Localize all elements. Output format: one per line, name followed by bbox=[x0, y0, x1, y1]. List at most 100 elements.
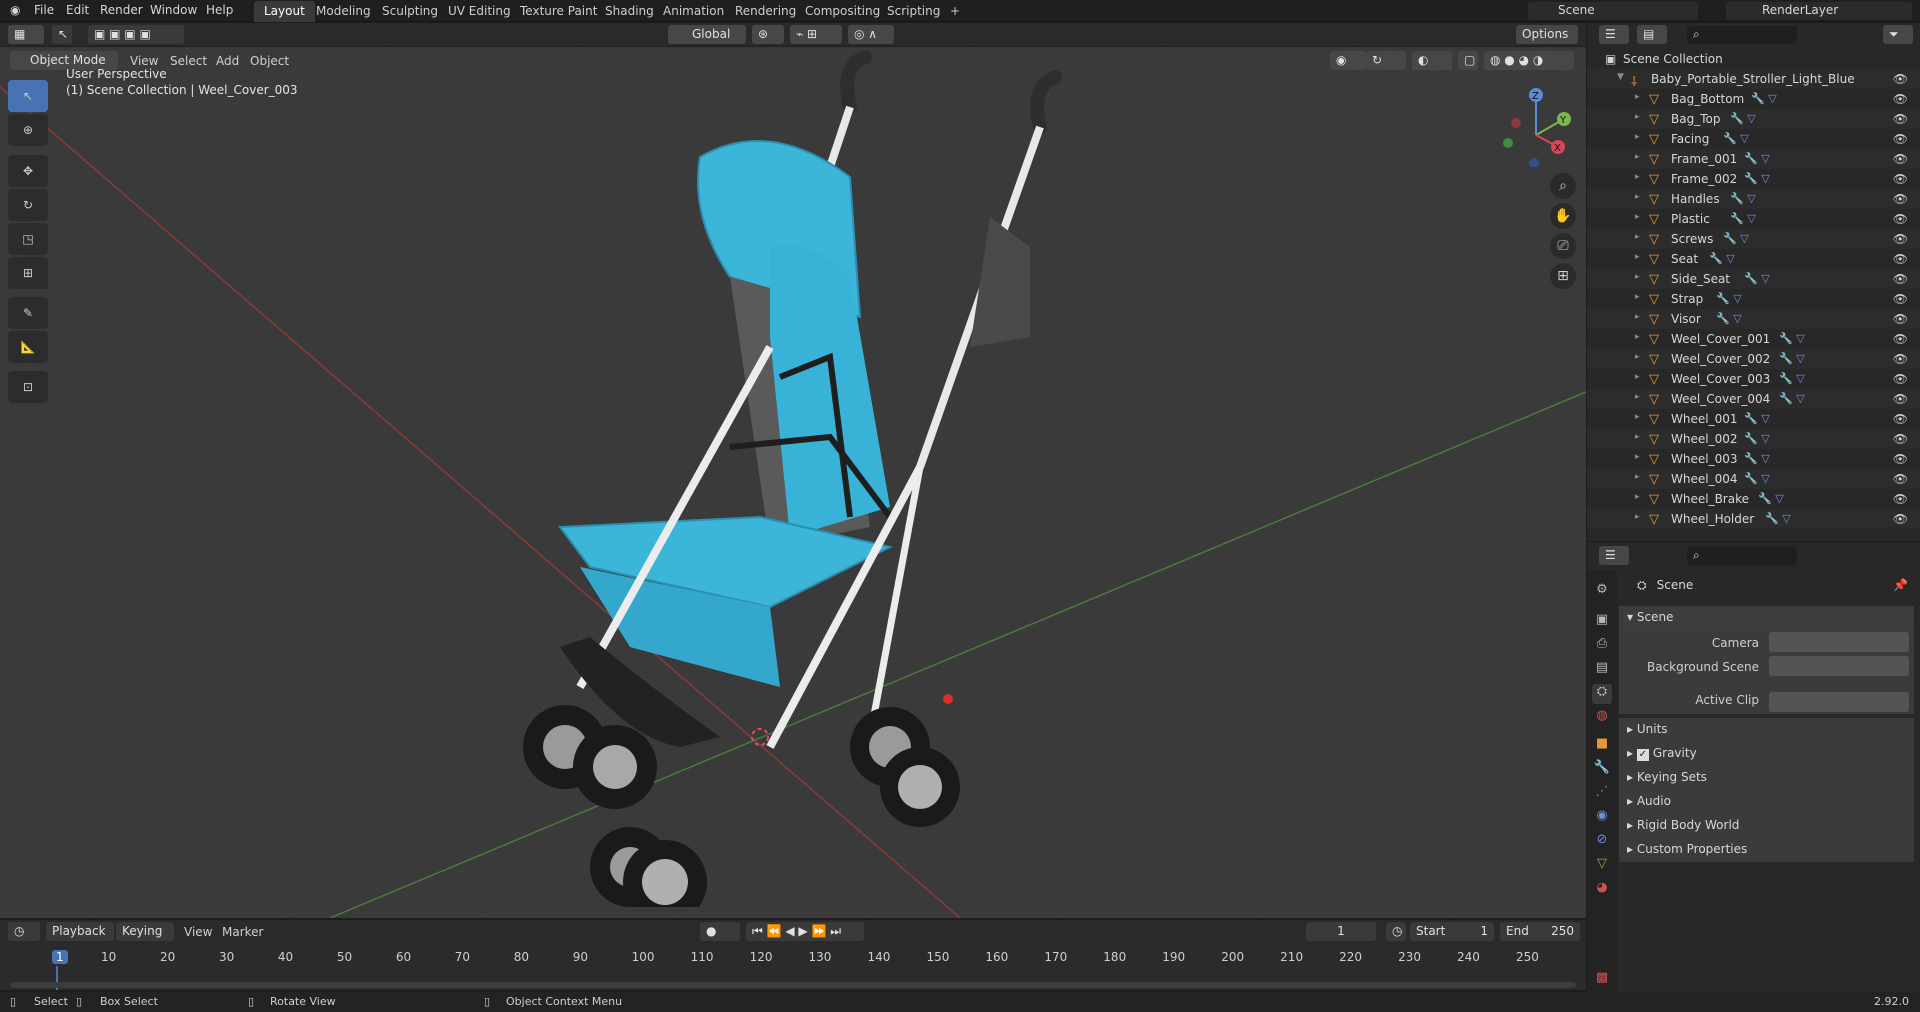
clock-icon[interactable]: ◷ bbox=[1386, 922, 1406, 941]
select-mode-buttons[interactable]: ▣ ▣ ▣ ▣ bbox=[88, 25, 184, 44]
expand-arrow-icon[interactable]: ▸ bbox=[1635, 172, 1640, 182]
outliner-item[interactable]: ▸ ▽ Weel_Cover_002 🔧 ▽ 👁 bbox=[1587, 349, 1920, 369]
modifier-mesh-icons[interactable]: 🔧 ▽ bbox=[1716, 312, 1742, 325]
pivot-point-button[interactable]: ⊛ bbox=[752, 25, 784, 44]
active-clip-field[interactable] bbox=[1769, 692, 1909, 712]
tool-tab-icon[interactable]: ⚙ bbox=[1592, 582, 1612, 602]
outliner-item[interactable]: ▸ ▽ Wheel_Holder 🔧 ▽ 👁 bbox=[1587, 509, 1920, 529]
eye-icon[interactable]: 👁 bbox=[1893, 172, 1908, 186]
outliner-item[interactable]: ▸ ▽ Frame_001 🔧 ▽ 👁 bbox=[1587, 149, 1920, 169]
timeline-marker-menu[interactable]: Marker bbox=[222, 925, 263, 939]
output-tab-icon[interactable]: ⎙ bbox=[1592, 636, 1612, 656]
eye-icon[interactable]: 👁 bbox=[1893, 212, 1908, 226]
outliner-item[interactable]: ▸ ▽ Wheel_004 🔧 ▽ 👁 bbox=[1587, 469, 1920, 489]
properties-search-input[interactable]: ⌕ bbox=[1687, 547, 1797, 565]
expand-arrow-icon[interactable]: ▸ bbox=[1635, 192, 1640, 202]
custom-properties-panel-header[interactable]: ▸ Custom Properties bbox=[1619, 838, 1914, 862]
constraints-tab-icon[interactable]: ⊘ bbox=[1592, 832, 1612, 852]
pin-icon[interactable]: 📌 bbox=[1893, 578, 1908, 592]
units-panel-header[interactable]: ▸ Units bbox=[1619, 718, 1914, 742]
audio-panel-header[interactable]: ▸ Audio bbox=[1619, 790, 1914, 814]
data-tab-icon[interactable]: ▽ bbox=[1592, 856, 1612, 876]
background-scene-field[interactable] bbox=[1769, 656, 1909, 676]
eye-icon[interactable]: 👁 bbox=[1893, 512, 1908, 526]
outliner-item[interactable]: ▸ ▽ Visor 🔧 ▽ 👁 bbox=[1587, 309, 1920, 329]
expand-arrow-icon[interactable]: ▸ bbox=[1635, 152, 1640, 162]
outliner-item[interactable]: ▸ ▽ Plastic 🔧 ▽ 👁 bbox=[1587, 209, 1920, 229]
viewport-menu-view[interactable]: View bbox=[130, 54, 158, 68]
tab-uv-editing[interactable]: UV Editing bbox=[438, 1, 521, 22]
zoom-icon[interactable]: ⌕ bbox=[1550, 173, 1576, 199]
blender-logo-icon[interactable]: ◉ bbox=[10, 3, 20, 17]
outliner-search-input[interactable]: ⌕ bbox=[1687, 26, 1797, 44]
expand-arrow-icon[interactable]: ▸ bbox=[1635, 432, 1640, 442]
modifier-mesh-icons[interactable]: 🔧 ▽ bbox=[1744, 272, 1770, 285]
modifier-mesh-icons[interactable]: 🔧 ▽ bbox=[1765, 512, 1791, 525]
view-layer-selector[interactable]: RenderLayer bbox=[1726, 2, 1912, 20]
eye-icon[interactable]: 👁 bbox=[1893, 92, 1908, 106]
expand-arrow-icon[interactable]: ▸ bbox=[1635, 372, 1640, 382]
modifier-mesh-icons[interactable]: 🔧 ▽ bbox=[1730, 192, 1756, 205]
eye-icon[interactable]: 👁 bbox=[1893, 392, 1908, 406]
properties-editor-type[interactable]: ☰ bbox=[1599, 546, 1629, 565]
eye-icon[interactable]: 👁 bbox=[1893, 272, 1908, 286]
camera-field[interactable] bbox=[1769, 632, 1909, 652]
xray-toggle[interactable]: ▢ bbox=[1458, 51, 1478, 70]
modifier-mesh-icons[interactable]: 🔧 ▽ bbox=[1730, 112, 1756, 125]
viewport-menu-select[interactable]: Select bbox=[170, 54, 207, 68]
ortho-grid-icon[interactable]: ⊞ bbox=[1550, 263, 1576, 289]
add-cube-tool-icon[interactable]: ⊡ bbox=[8, 371, 48, 403]
viewport-menu-add[interactable]: Add bbox=[216, 54, 239, 68]
expand-arrow-icon[interactable]: ▸ bbox=[1635, 212, 1640, 222]
menu-help[interactable]: Help bbox=[206, 3, 233, 17]
modifier-mesh-icons[interactable]: 🔧 ▽ bbox=[1744, 152, 1770, 165]
modifier-mesh-icons[interactable]: 🔧 ▽ bbox=[1751, 92, 1777, 105]
eye-icon[interactable]: 👁 bbox=[1893, 312, 1908, 326]
outliner-item[interactable]: ▸ ▽ Bag_Top 🔧 ▽ 👁 bbox=[1587, 109, 1920, 129]
editor-type-button[interactable]: ▦ bbox=[8, 25, 44, 44]
outliner-item[interactable]: ▸ ▽ Wheel_Brake 🔧 ▽ 👁 bbox=[1587, 489, 1920, 509]
current-frame-field[interactable]: 1 bbox=[1306, 922, 1376, 941]
eye-icon[interactable]: 👁 bbox=[1893, 152, 1908, 166]
modifier-mesh-icons[interactable]: 🔧 ▽ bbox=[1779, 372, 1805, 385]
tab-animation[interactable]: Animation bbox=[653, 1, 734, 22]
outliner-scene-collection[interactable]: ▣ Scene Collection bbox=[1587, 49, 1920, 69]
overlay-toggle[interactable]: ◐ bbox=[1412, 51, 1452, 70]
timeline-editor-type[interactable]: ◷ bbox=[8, 922, 40, 941]
cursor-tool-icon[interactable]: ⊕ bbox=[8, 114, 48, 146]
outliner-item[interactable]: ▸ ▽ Side_Seat 🔧 ▽ 👁 bbox=[1587, 269, 1920, 289]
measure-tool-icon[interactable]: 📐 bbox=[8, 331, 48, 363]
eye-icon[interactable]: 👁 bbox=[1893, 132, 1908, 146]
expand-arrow-icon[interactable]: ▼ bbox=[1617, 72, 1624, 82]
modifier-mesh-icons[interactable]: 🔧 ▽ bbox=[1779, 392, 1805, 405]
scene-selector[interactable]: Scene bbox=[1528, 2, 1698, 20]
outliner-item[interactable]: ▸ ▽ Weel_Cover_004 🔧 ▽ 👁 bbox=[1587, 389, 1920, 409]
outliner-item[interactable]: ▸ ▽ Weel_Cover_001 🔧 ▽ 👁 bbox=[1587, 329, 1920, 349]
particles-tab-icon[interactable]: ⋰ bbox=[1592, 784, 1612, 804]
expand-arrow-icon[interactable]: ▸ bbox=[1635, 132, 1640, 142]
filter-icon[interactable]: ⏷ bbox=[1883, 25, 1913, 44]
transform-orientation-dropdown[interactable]: Global bbox=[668, 25, 746, 44]
camera-view-icon[interactable]: ⎚ bbox=[1550, 233, 1576, 259]
eye-icon[interactable]: 👁 bbox=[1893, 372, 1908, 386]
playback-menu[interactable]: Playback bbox=[46, 922, 114, 941]
eye-icon[interactable]: 👁 bbox=[1893, 472, 1908, 486]
rigid-body-world-panel-header[interactable]: ▸ Rigid Body World bbox=[1619, 814, 1914, 838]
select-tool-icon[interactable]: ↖ bbox=[52, 25, 72, 44]
modifier-mesh-icons[interactable]: 🔧 ▽ bbox=[1779, 332, 1805, 345]
eye-icon[interactable]: 👁 bbox=[1893, 232, 1908, 246]
expand-arrow-icon[interactable]: ▸ bbox=[1635, 232, 1640, 242]
menu-window[interactable]: Window bbox=[150, 3, 197, 17]
outliner-item[interactable]: ▸ ▽ Wheel_001 🔧 ▽ 👁 bbox=[1587, 409, 1920, 429]
tab-sculpting[interactable]: Sculpting bbox=[372, 1, 448, 22]
world-tab-icon[interactable]: ◍ bbox=[1592, 708, 1612, 728]
eye-icon[interactable]: 👁 bbox=[1893, 492, 1908, 506]
modifier-mesh-icons[interactable]: 🔧 ▽ bbox=[1758, 492, 1784, 505]
timeline-scrollbar[interactable] bbox=[10, 982, 1576, 988]
expand-arrow-icon[interactable]: ▸ bbox=[1635, 92, 1640, 102]
rotate-tool-icon[interactable]: ↻ bbox=[8, 189, 48, 221]
modifier-tab-icon[interactable]: 🔧 bbox=[1592, 760, 1612, 780]
modifier-mesh-icons[interactable]: 🔧 ▽ bbox=[1779, 352, 1805, 365]
options-dropdown[interactable]: Options bbox=[1516, 25, 1578, 44]
expand-arrow-icon[interactable]: ▸ bbox=[1635, 452, 1640, 462]
